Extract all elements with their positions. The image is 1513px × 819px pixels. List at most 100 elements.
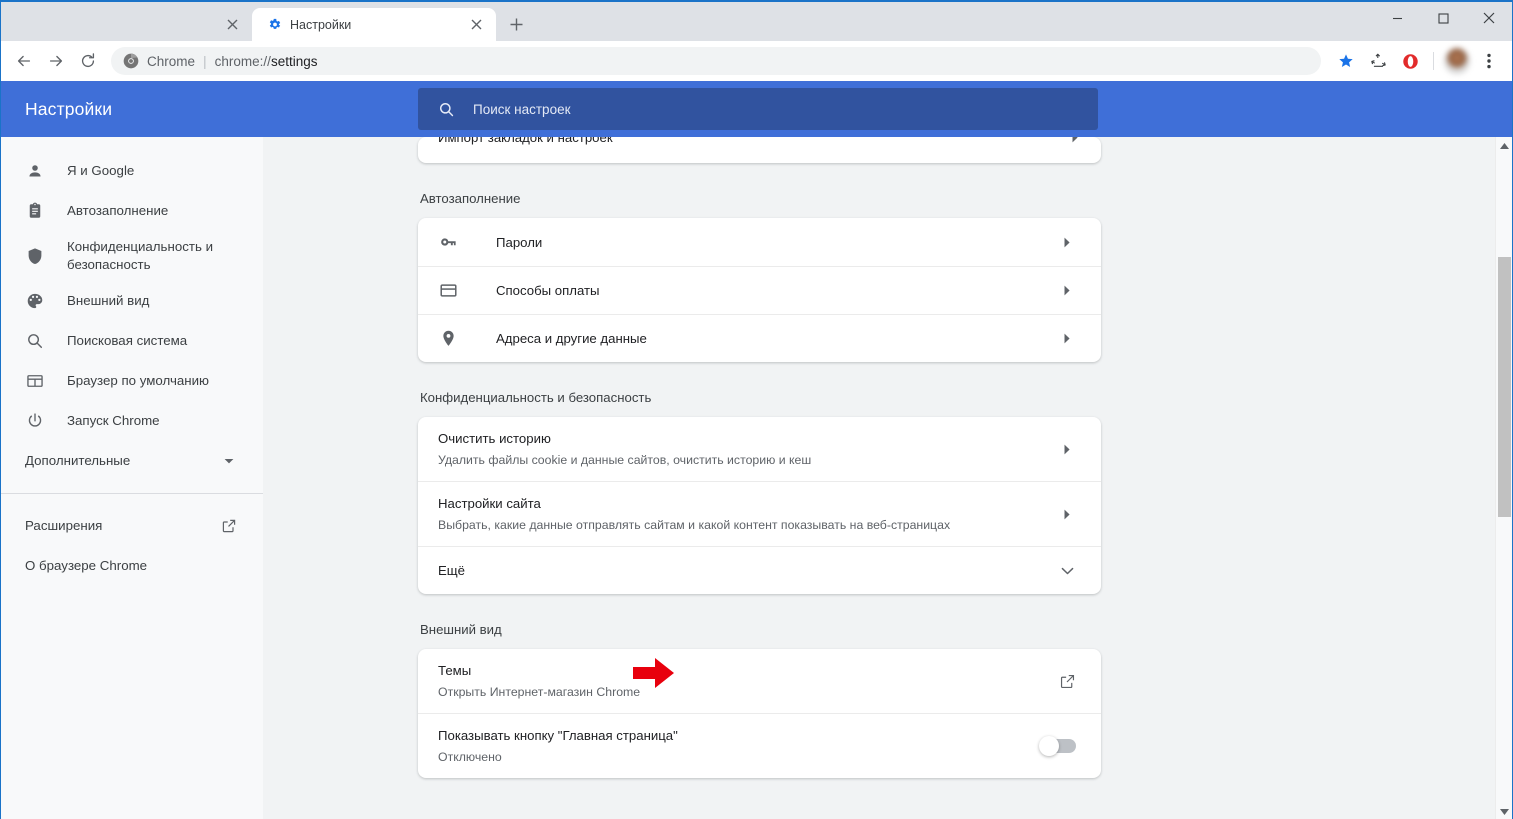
new-tab-button[interactable] [502,10,530,38]
window-controls [1374,2,1512,41]
chevron-down-icon [219,451,239,471]
palette-icon [25,291,45,311]
sidebar-item-search-engine[interactable]: Поисковая система [1,321,263,361]
reload-icon[interactable] [73,46,103,76]
scroll-down-arrow-icon[interactable] [1496,803,1512,819]
row-text: Адреса и другие данные [496,329,1055,348]
chevron-right-icon [1055,444,1079,455]
sidebar-item-label: Поисковая система [67,333,188,348]
sidebar-item-you-and-google[interactable]: Я и Google [1,151,263,191]
tab-close-icon[interactable] [468,17,484,33]
sidebar-item-autofill[interactable]: Автозаполнение [1,191,263,231]
minimize-button[interactable] [1374,2,1420,34]
sidebar-item-label: Браузер по умолчанию [67,373,210,388]
credit-card-icon [438,281,458,301]
row-site-settings[interactable]: Настройки сайта Выбрать, какие данные от… [418,481,1101,546]
row-text: Очистить историю Удалить файлы cookie и … [438,429,1055,469]
settings-header: Настройки Поиск настроек [1,81,1512,137]
row-text: Пароли [496,233,1055,252]
scroll-up-arrow-icon[interactable] [1496,137,1512,154]
chevron-down-icon [1055,567,1079,575]
row-title: Настройки сайта [438,496,541,511]
chevron-right-icon [1055,509,1079,520]
avatar[interactable] [1444,48,1470,74]
settings-sidebar: Я и Google Автозаполнение Конфиденциальн… [1,137,263,819]
card-import-bookmarks: Импорт закладок и настроек [418,137,1101,163]
search-icon [438,101,455,118]
row-import-bookmarks[interactable]: Импорт закладок и настроек [418,137,1101,163]
maximize-button[interactable] [1420,2,1466,34]
sidebar-item-advanced[interactable]: Дополнительные [1,441,263,481]
red-arrow-annotation [633,656,675,690]
clipboard-icon [25,201,45,221]
sidebar-item-label: Расширения [25,518,103,533]
bookmark-star-icon[interactable] [1331,46,1361,76]
row-show-home-button[interactable]: Показывать кнопку "Главная страница" Отк… [418,713,1101,778]
home-button-toggle[interactable] [1039,736,1079,756]
sidebar-item-extensions[interactable]: Расширения [1,506,263,546]
shield-icon [25,246,45,266]
settings-body: Я и Google Автозаполнение Конфиденциальн… [1,137,1512,819]
section-label-privacy: Конфиденциальность и безопасность [420,390,652,405]
chevron-right-icon [1071,137,1079,146]
sidebar-item-about-chrome[interactable]: О браузере Chrome [1,546,263,586]
sidebar-item-chrome-startup[interactable]: Запуск Chrome [1,401,263,441]
row-clear-browsing-data[interactable]: Очистить историю Удалить файлы cookie и … [418,417,1101,481]
settings-main: Импорт закладок и настроек Автозаполнени… [263,137,1512,819]
browser-tab-1[interactable] [1,8,252,41]
row-payment-methods[interactable]: Способы оплаты [418,266,1101,314]
row-title: Ещё [438,563,465,578]
row-title: Пароли [496,234,543,250]
chrome-logo-icon [123,53,139,69]
row-title: Темы [438,663,472,678]
row-subtitle: Открыть Интернет-магазин Chrome [438,685,641,699]
address-bar[interactable]: Chrome | chrome://settings [111,47,1321,75]
sidebar-item-privacy-and-security[interactable]: Конфиденциальность и безопасность [1,231,263,281]
close-button[interactable] [1466,2,1512,34]
forward-icon[interactable] [41,46,71,76]
chevron-right-icon [1055,237,1079,248]
toggle-knob [1039,736,1059,756]
row-more[interactable]: Ещё [418,546,1101,594]
gear-icon [266,17,282,33]
browser-window: Настройки Chrome | chrome://settings Нас… [0,0,1513,819]
external-link-icon[interactable] [1055,673,1079,690]
row-addresses[interactable]: Адреса и другие данные [418,314,1101,362]
key-icon [438,232,458,252]
row-title: Показывать кнопку "Главная страница" [438,728,678,743]
row-title: Очистить историю [438,431,551,446]
toolbar-divider [1433,52,1434,70]
sidebar-item-label: Дополнительные [25,453,131,468]
sidebar-item-label: Автозаполнение [67,203,169,218]
sidebar-item-label: О браузере Chrome [25,558,148,573]
url-text: chrome://settings [215,54,318,69]
section-label-autofill: Автозаполнение [420,191,521,206]
row-title: Импорт закладок и настроек [438,137,613,145]
tab-close-icon[interactable] [224,17,240,33]
scrollbar-thumb[interactable] [1498,257,1511,517]
row-subtitle: Выбрать, какие данные отправлять сайтам … [438,518,951,532]
sidebar-item-label: Я и Google [67,163,135,178]
browser-tab-2[interactable]: Настройки [252,8,496,41]
row-passwords[interactable]: Пароли [418,218,1101,266]
external-link-icon [219,516,239,536]
row-title: Способы оплаты [496,283,600,298]
recycle-icon[interactable] [1363,46,1393,76]
browser-toolbar: Chrome | chrome://settings [1,41,1512,81]
opera-icon[interactable] [1395,46,1425,76]
row-text: Ещё [438,561,1055,580]
settings-page: Настройки Поиск настроек Я и Google Авто… [1,81,1512,819]
back-icon[interactable] [9,46,39,76]
sidebar-item-default-browser[interactable]: Браузер по умолчанию [1,361,263,401]
sidebar-item-appearance[interactable]: Внешний вид [1,281,263,321]
chrome-menu-icon[interactable] [1474,46,1504,76]
row-themes[interactable]: Темы Открыть Интернет-магазин Chrome [418,649,1101,713]
power-icon [25,411,45,431]
search-placeholder: Поиск настроек [473,101,571,117]
url-scheme: chrome:// [214,53,271,69]
search-input[interactable]: Поиск настроек [418,88,1098,130]
browser-window-icon [25,371,45,391]
vertical-scrollbar[interactable] [1495,137,1512,819]
sidebar-item-label: Конфиденциальность и безопасность [67,239,213,272]
row-text: Способы оплаты [496,281,1055,300]
